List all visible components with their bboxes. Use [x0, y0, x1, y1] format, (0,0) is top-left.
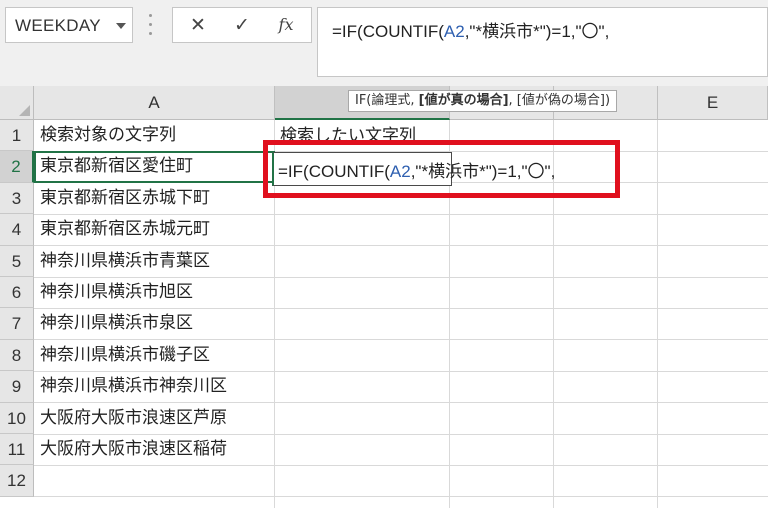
cell-b2-formula: =IF(COUNTIF(A2,"*横浜市*")=1,"〇",	[278, 162, 556, 181]
cell-a6[interactable]: 神奈川県横浜市旭区	[40, 277, 193, 308]
row-header-5[interactable]: 5	[0, 245, 34, 277]
column-header-a[interactable]: A	[34, 86, 275, 120]
row-header-10[interactable]: 10	[0, 402, 34, 434]
cell-a10[interactable]: 大阪府大阪市浪速区芦原	[40, 403, 227, 434]
cell-a3[interactable]: 東京都新宿区赤城下町	[40, 183, 210, 214]
chevron-down-icon[interactable]	[116, 23, 126, 29]
row-header-4[interactable]: 4	[0, 214, 34, 246]
grip-icon	[148, 14, 154, 36]
edit-ref: A2	[389, 162, 411, 181]
confirm-icon[interactable]: ✓	[231, 14, 253, 36]
row-header-3[interactable]: 3	[0, 182, 34, 215]
cell-a5[interactable]: 神奈川県横浜市青葉区	[40, 246, 210, 277]
insert-function-icon[interactable]: fx	[275, 14, 297, 36]
row-header-2[interactable]: 2	[0, 151, 34, 183]
cell-a4[interactable]: 東京都新宿区赤城元町	[40, 214, 210, 245]
cell-a8[interactable]: 神奈川県横浜市磯子区	[40, 340, 210, 371]
cell-a1[interactable]: 検索対象の文字列	[40, 120, 176, 151]
formula-buttons: ✕ ✓ fx	[172, 7, 312, 43]
formula-input[interactable]: =IF(COUNTIF(A2,"*横浜市*")=1,"〇",	[317, 7, 768, 77]
row-header-9[interactable]: 9	[0, 371, 34, 403]
row-header-6[interactable]: 6	[0, 277, 34, 309]
formula-text: =IF(COUNTIF(A2,"*横浜市*")=1,"〇",	[332, 22, 610, 41]
select-all-button[interactable]	[0, 86, 34, 120]
cell-a11[interactable]: 大阪府大阪市浪速区稲荷	[40, 434, 227, 465]
cancel-icon[interactable]: ✕	[187, 14, 209, 36]
cell-a9[interactable]: 神奈川県横浜市神奈川区	[40, 371, 227, 402]
formula-bar-area: WEEKDAY ✕ ✓ fx =IF(COUNTIF(A2,"*横浜市*")=1…	[0, 0, 768, 86]
cell-a2-selection	[34, 151, 275, 183]
name-box[interactable]: WEEKDAY	[5, 7, 133, 43]
row-header-12[interactable]: 12	[0, 465, 34, 497]
column-header-e[interactable]: E	[658, 86, 768, 120]
function-tooltip: IF(論理式, [値が真の場合], [値が偽の場合])	[348, 90, 618, 112]
cell-a7[interactable]: 神奈川県横浜市泉区	[40, 308, 193, 339]
row-header-11[interactable]: 11	[0, 434, 34, 466]
name-box-value: WEEKDAY	[15, 16, 101, 35]
row-header-7[interactable]: 7	[0, 308, 34, 340]
row-header-8[interactable]: 8	[0, 339, 34, 372]
formula-ref: A2	[443, 22, 465, 41]
row-header-1[interactable]: 1	[0, 120, 34, 152]
